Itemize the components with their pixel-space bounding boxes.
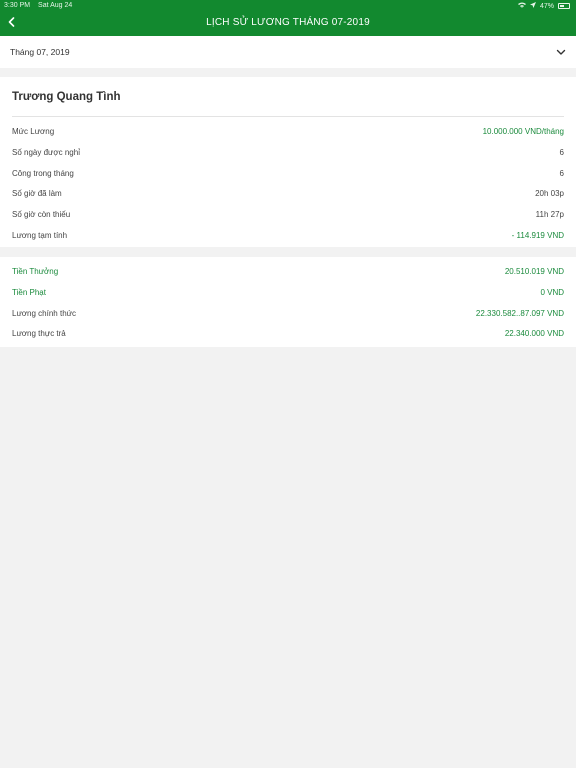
employee-name: Trương Quang Tình [12,91,121,103]
summary-label: Tiền Phạt [12,287,46,297]
divider [12,116,564,117]
summary-row-bonus: Tiền Thưởng 20.510.019 VND [12,265,564,277]
detail-row-base-salary: Mức Lương 10.000.000 VND/tháng [12,125,564,137]
detail-value: 10.000.000 VND/tháng [482,126,564,136]
summary-value: 0 VND [540,287,564,297]
summary-label: Tiền Thưởng [12,266,59,276]
month-dropdown-value: Tháng 07, 2019 [10,47,70,57]
detail-row-estimated-salary: Lương tạm tính - 114.919 VND [12,229,564,241]
summary-row-actual-paid: Lương thực trả 22.340.000 VND [12,327,564,339]
detail-row-work-days: Công trong tháng 6 [12,167,564,179]
detail-value: 6 [559,147,564,157]
status-date: Sat Aug 24 [38,2,73,9]
summary-value: 20.510.019 VND [504,266,564,276]
location-icon [529,2,536,10]
detail-label: Số ngày được nghỉ [12,147,80,157]
salary-detail-card: Trương Quang Tình Mức Lương 10.000.000 V… [0,77,576,247]
detail-value: 20h 03p [535,188,564,198]
summary-label: Lương thực trả [12,328,66,338]
detail-row-hours-worked: Số giờ đã làm 20h 03p [12,187,564,199]
chevron-down-icon [556,49,566,55]
app-header: 3:30 PM Sat Aug 24 47% LỊCH SỬ LƯƠNG THÁ… [0,0,576,36]
summary-value: 22.330.582..87.097 VND [475,308,564,318]
summary-label: Lương chính thức [12,308,76,318]
detail-row-days-off: Số ngày được nghỉ 6 [12,146,564,158]
detail-label: Số giờ đã làm [12,188,62,198]
page-title: LỊCH SỬ LƯƠNG THÁNG 07-2019 [206,17,370,28]
detail-label: Mức Lương [12,126,55,136]
detail-label: Công trong tháng [12,168,74,178]
battery-icon [558,3,570,9]
detail-value: 6 [559,168,564,178]
wifi-icon [517,2,526,10]
status-bar: 3:30 PM Sat Aug 24 47% [0,0,576,11]
detail-row-hours-missing: Số giờ còn thiếu 11h 27p [12,208,564,220]
summary-row-penalty: Tiền Phạt 0 VND [12,286,564,298]
battery-percent: 47% [539,2,554,10]
detail-label: Số giờ còn thiếu [12,209,71,219]
status-left: 3:30 PM Sat Aug 24 [4,2,78,9]
detail-value: - 114.919 VND [511,230,564,240]
summary-value: 22.340.000 VND [504,328,564,338]
salary-summary-card: Tiền Thưởng 20.510.019 VND Tiền Phạt 0 V… [0,257,576,347]
summary-row-official-salary: Lương chính thức 22.330.582..87.097 VND [12,307,564,319]
detail-label: Lương tạm tính [12,230,68,240]
status-right: 47% [517,2,570,10]
month-dropdown[interactable]: Tháng 07, 2019 [0,36,576,68]
detail-value: 11h 27p [535,209,564,219]
status-time: 3:30 PM [4,2,31,9]
